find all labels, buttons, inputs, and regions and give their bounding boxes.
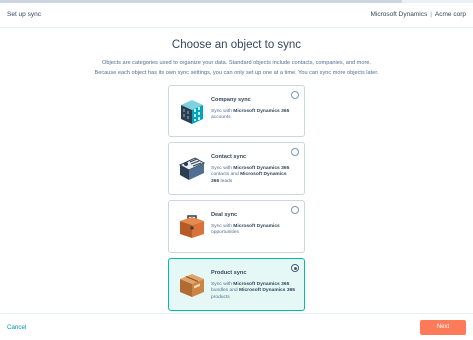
- radio-button[interactable]: [291, 206, 299, 214]
- cancel-button[interactable]: Cancel: [7, 324, 26, 331]
- footer-bar: Cancel Next: [0, 313, 473, 340]
- top-bar: Set up sync Microsoft Dynamics | Acme corp: [0, 3, 473, 28]
- option-card-company-sync[interactable]: Company sync Sync with Microsoft Dynamic…: [168, 85, 305, 137]
- company-building-icon: [181, 100, 203, 124]
- description-line-2: Because each object has its own sync set…: [94, 70, 379, 76]
- option-card-product-sync[interactable]: Product sync Sync with Microsoft Dynamic…: [168, 258, 305, 311]
- option-card-deal-sync[interactable]: Deal sync Sync with Microsoft Dynamics o…: [168, 200, 305, 253]
- option-title: Product sync: [211, 270, 247, 276]
- contact-card-icon: [178, 157, 206, 180]
- option-title: Company sync: [211, 97, 251, 103]
- option-description: Sync with Microsoft Dynamics 365 bundles…: [211, 282, 296, 300]
- description-line-1: Objects are categories used to organize …: [102, 60, 371, 66]
- option-title: Contact sync: [211, 154, 247, 160]
- radio-button[interactable]: [291, 91, 299, 99]
- main-heading: Choose an object to sync: [171, 39, 302, 51]
- briefcase-icon: [180, 215, 204, 238]
- radio-button[interactable]: [291, 148, 299, 156]
- page-title: Set up sync: [7, 11, 41, 18]
- account-name: Acme corp: [434, 11, 466, 18]
- separator: |: [430, 11, 432, 18]
- option-description: Sync with Microsoft Dynamics opportuniti…: [211, 224, 280, 236]
- option-description: Sync with Microsoft Dynamics 365 account…: [211, 109, 290, 121]
- option-card-contact-sync[interactable]: Contact sync Sync with Microsoft Dynamic…: [168, 142, 305, 195]
- next-button[interactable]: Next: [420, 320, 466, 335]
- option-description: Sync with Microsoft Dynamics 365 contact…: [211, 166, 290, 184]
- option-title: Deal sync: [211, 212, 238, 218]
- radio-button-selected[interactable]: [291, 264, 299, 272]
- app-name: Microsoft Dynamics: [370, 11, 428, 18]
- account-info: Microsoft Dynamics | Acme corp: [371, 11, 467, 18]
- product-box-icon: [180, 274, 204, 297]
